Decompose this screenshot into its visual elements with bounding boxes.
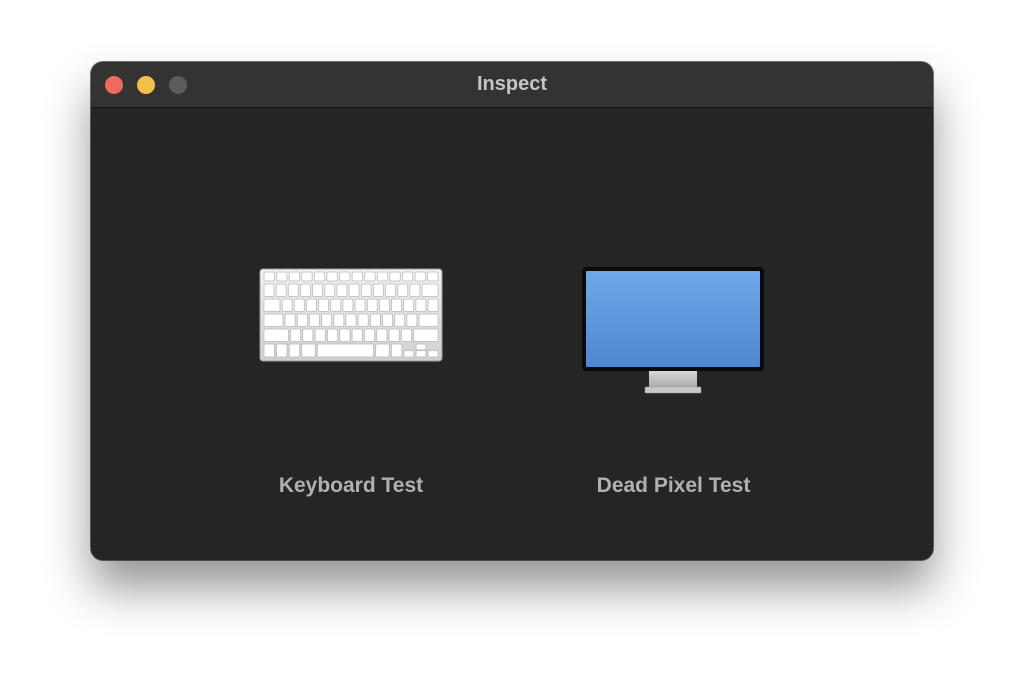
keyboard-key <box>379 298 390 312</box>
keyboard-key <box>342 298 354 312</box>
keyboard-key <box>376 328 388 342</box>
keyboard-key <box>317 343 374 358</box>
keyboard-key <box>293 298 305 312</box>
keyboard-key <box>345 313 357 327</box>
keyboard-key <box>402 271 414 282</box>
keyboard-test-label: Keyboard Test <box>278 474 424 497</box>
keyboard-key <box>276 343 288 358</box>
keyboard-key <box>406 313 418 327</box>
keyboard-key <box>326 271 338 282</box>
dead-pixel-test-label: Dead Pixel Test <box>596 474 751 497</box>
keyboard-key <box>366 298 378 312</box>
keyboard-key <box>284 313 296 327</box>
keyboard-key <box>427 350 439 358</box>
keyboard-key <box>276 271 288 282</box>
keyboard-key <box>388 328 400 342</box>
keyboard-key <box>391 343 403 358</box>
keyboard-key <box>300 283 311 297</box>
keyboard-key <box>354 298 366 312</box>
keyboard-icon <box>259 268 443 362</box>
keyboard-key <box>263 313 284 327</box>
keyboard-key <box>382 313 393 327</box>
keyboard-key <box>287 283 299 297</box>
keyboard-key <box>415 298 427 312</box>
keyboard-key <box>263 271 275 282</box>
window-content: Keyboard Test Dead Pixel Test <box>91 108 933 560</box>
keyboard-key <box>288 271 300 282</box>
keyboard-key <box>275 283 287 297</box>
keyboard-key <box>415 350 427 358</box>
keyboard-key <box>263 283 275 297</box>
keyboard-key <box>394 313 406 327</box>
keyboard-key <box>288 343 300 358</box>
keyboard-key <box>309 313 320 327</box>
keyboard-key <box>290 328 301 342</box>
keyboard-key <box>373 283 384 297</box>
keyboard-key <box>351 271 363 282</box>
keyboard-key <box>385 283 396 297</box>
keyboard-key <box>364 328 375 342</box>
inspect-window: Inspect Keyboard Test Dead Pixel Test <box>91 62 933 560</box>
keyboard-key <box>327 328 338 342</box>
keyboard-key <box>318 298 329 312</box>
keyboard-key <box>418 313 439 327</box>
keyboard-key <box>324 283 336 297</box>
keyboard-key <box>306 298 317 312</box>
keyboard-key <box>414 271 426 282</box>
keyboard-key <box>302 328 314 342</box>
keyboard-key <box>263 298 281 312</box>
keyboard-key <box>313 271 326 282</box>
keyboard-key <box>348 283 360 297</box>
keyboard-key <box>357 313 369 327</box>
keyboard-key <box>339 271 351 282</box>
keyboard-key <box>301 271 313 282</box>
keyboard-key <box>360 283 372 297</box>
keyboard-key <box>375 343 390 358</box>
keyboard-key <box>401 328 412 342</box>
keyboard-key <box>376 271 389 282</box>
keyboard-key <box>351 328 363 342</box>
keyboard-key <box>333 313 345 327</box>
keyboard-key <box>370 313 381 327</box>
keyboard-key <box>403 350 415 358</box>
keyboard-key <box>364 271 376 282</box>
keyboard-key <box>263 343 275 358</box>
keyboard-key <box>413 328 439 342</box>
keyboard-key <box>336 283 348 297</box>
keyboard-key <box>397 283 409 297</box>
keyboard-key <box>421 283 439 297</box>
keyboard-key <box>391 298 402 312</box>
keyboard-key <box>389 271 401 282</box>
keyboard-key <box>301 343 316 358</box>
keyboard-key <box>415 343 427 351</box>
keyboard-key <box>427 298 439 312</box>
monitor-icon <box>582 267 764 394</box>
keyboard-key <box>403 298 415 312</box>
keyboard-key <box>263 328 289 342</box>
keyboard-key <box>296 313 308 327</box>
keyboard-key <box>330 298 342 312</box>
keyboard-key <box>427 271 439 282</box>
keyboard-key <box>312 283 323 297</box>
window-title: Inspect <box>476 73 548 95</box>
keyboard-key <box>409 283 421 297</box>
keyboard-test-button[interactable]: Keyboard Test <box>241 268 461 508</box>
keyboard-key <box>314 328 326 342</box>
keyboard-key <box>339 328 351 342</box>
keyboard-key <box>281 298 293 312</box>
dead-pixel-test-button[interactable]: Dead Pixel Test <box>561 258 786 508</box>
keyboard-key <box>321 313 332 327</box>
title-bar[interactable]: Inspect <box>91 62 933 108</box>
